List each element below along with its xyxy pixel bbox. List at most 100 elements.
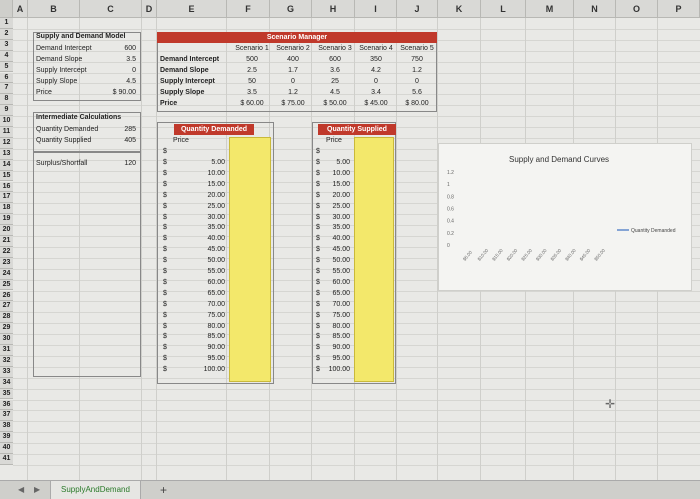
column-header-e[interactable]: E <box>157 0 227 18</box>
qd_table-price-cell[interactable]: 95.00 <box>188 354 225 364</box>
row-header-36[interactable]: 36 <box>0 399 13 411</box>
qd_table-price-cell[interactable]: 35.00 <box>188 223 225 233</box>
qd_table-price-cell[interactable]: 20.00 <box>188 191 225 201</box>
row-header-16[interactable]: 16 <box>0 181 13 193</box>
qd_table-price-cell[interactable]: 85.00 <box>188 332 225 342</box>
qs_table-price-cell[interactable]: 5.00 <box>322 158 350 168</box>
row-header-1[interactable]: 1 <box>0 18 13 29</box>
row-header-28[interactable]: 28 <box>0 312 13 324</box>
column-header-l[interactable]: L <box>481 0 526 18</box>
qs_table-price-cell[interactable]: 80.00 <box>322 322 350 332</box>
qs_table-price-cell[interactable]: 90.00 <box>322 343 350 353</box>
row-header-6[interactable]: 6 <box>0 72 13 84</box>
qs_table-price-cell[interactable]: 30.00 <box>322 213 350 223</box>
qs_table-price-cell[interactable]: 40.00 <box>322 234 350 244</box>
scenario-cell[interactable]: 350 <box>354 55 398 65</box>
row-header-41[interactable]: 41 <box>0 454 13 465</box>
row-header-4[interactable]: 4 <box>0 50 13 62</box>
qd_table-price-cell[interactable]: 50.00 <box>188 256 225 266</box>
scenario-cell[interactable]: 3.4 <box>354 88 398 98</box>
qs_table-price-cell[interactable]: 95.00 <box>322 354 350 364</box>
row-header-27[interactable]: 27 <box>0 301 13 313</box>
row-header-8[interactable]: 8 <box>0 94 13 106</box>
qd_table-price-cell[interactable]: 65.00 <box>188 289 225 299</box>
row-header-13[interactable]: 13 <box>0 148 13 160</box>
qd_table-price-cell[interactable]: 25.00 <box>188 202 225 212</box>
column-header-i[interactable]: I <box>355 0 397 18</box>
scenario-cell[interactable]: 4.2 <box>354 66 398 76</box>
model-row-value[interactable]: $ 90.00 <box>100 88 136 98</box>
row-header-24[interactable]: 24 <box>0 268 13 280</box>
qd_table-price-cell[interactable]: 5.00 <box>188 158 225 168</box>
qd_table-price-cell[interactable]: 45.00 <box>188 245 225 255</box>
row-header-12[interactable]: 12 <box>0 137 13 149</box>
qs_table-price-cell[interactable]: 55.00 <box>322 267 350 277</box>
row-header-20[interactable]: 20 <box>0 225 13 236</box>
row-header-14[interactable]: 14 <box>0 159 13 171</box>
scenario-cell[interactable]: $ 45.00 <box>354 99 398 109</box>
row-header-22[interactable]: 22 <box>0 246 13 258</box>
scenario-cell[interactable]: 0 <box>395 77 439 87</box>
sheet-tab-supplyanddemand[interactable]: SupplyAndDemand <box>50 481 141 499</box>
row-header-34[interactable]: 34 <box>0 377 13 389</box>
qd_table-price-cell[interactable]: 90.00 <box>188 343 225 353</box>
column-header-k[interactable]: K <box>438 0 481 18</box>
column-header-a[interactable]: A <box>13 0 28 18</box>
qd_table-price-cell[interactable]: 70.00 <box>188 300 225 310</box>
scenario-cell[interactable]: 3.6 <box>313 66 357 76</box>
row-header-10[interactable]: 10 <box>0 116 13 127</box>
qd_table-price-cell[interactable]: 55.00 <box>188 267 225 277</box>
column-header-f[interactable]: F <box>227 0 270 18</box>
row-header-2[interactable]: 2 <box>0 28 13 40</box>
row-header-23[interactable]: 23 <box>0 257 13 269</box>
qs_table-price-cell[interactable]: 60.00 <box>322 278 350 288</box>
scenario-cell[interactable]: 600 <box>313 55 357 65</box>
row-header-5[interactable]: 5 <box>0 61 13 73</box>
scenario-cell[interactable]: 25 <box>313 77 357 87</box>
row-header-33[interactable]: 33 <box>0 366 13 378</box>
qs_table-price-cell[interactable]: 10.00 <box>322 169 350 179</box>
scenario-cell[interactable]: 500 <box>230 55 274 65</box>
row-header-29[interactable]: 29 <box>0 323 13 335</box>
scenario-cell[interactable]: 3.5 <box>230 88 274 98</box>
qd-value-column[interactable] <box>229 137 271 382</box>
row-header-21[interactable]: 21 <box>0 236 13 247</box>
scenario-cell[interactable]: 0 <box>354 77 398 87</box>
qd_table-price-cell[interactable]: 100.00 <box>188 365 225 375</box>
qd_table-price-cell[interactable]: 75.00 <box>188 311 225 321</box>
row-header-30[interactable]: 30 <box>0 334 13 345</box>
select-all-corner[interactable] <box>0 0 13 18</box>
qd_table-price-cell[interactable]: 15.00 <box>188 180 225 190</box>
qs_table-price-cell[interactable]: 20.00 <box>322 191 350 201</box>
qs-value-column[interactable] <box>354 137 394 382</box>
row-header-17[interactable]: 17 <box>0 192 13 204</box>
scenario-cell[interactable]: 4.5 <box>313 88 357 98</box>
column-header-j[interactable]: J <box>397 0 438 18</box>
scenario-cell[interactable]: 5.6 <box>395 88 439 98</box>
row-header-7[interactable]: 7 <box>0 83 13 95</box>
qd_table-price-cell[interactable]: 40.00 <box>188 234 225 244</box>
qs_table-price-cell[interactable]: 100.00 <box>322 365 350 375</box>
prev-sheet-icon[interactable]: ◀ <box>18 484 24 496</box>
add-sheet-button[interactable]: + <box>160 482 167 498</box>
column-header-o[interactable]: O <box>616 0 658 18</box>
column-header-h[interactable]: H <box>312 0 355 18</box>
scenario-cell[interactable]: 50 <box>230 77 274 87</box>
scenario-cell[interactable]: 2.5 <box>230 66 274 76</box>
column-header-d[interactable]: D <box>142 0 157 18</box>
qs_table-price-cell[interactable]: 70.00 <box>322 300 350 310</box>
row-header-32[interactable]: 32 <box>0 355 13 367</box>
row-header-18[interactable]: 18 <box>0 203 13 215</box>
qs_table-price-cell[interactable]: 45.00 <box>322 245 350 255</box>
row-header-39[interactable]: 39 <box>0 432 13 444</box>
intermediate-row-value[interactable]: 405 <box>108 136 136 146</box>
column-header-b[interactable]: B <box>28 0 80 18</box>
qs_table-price-cell[interactable]: 65.00 <box>322 289 350 299</box>
row-header-26[interactable]: 26 <box>0 290 13 302</box>
qs_table-price-cell[interactable]: 85.00 <box>322 332 350 342</box>
row-header-38[interactable]: 38 <box>0 421 13 433</box>
row-header-31[interactable]: 31 <box>0 345 13 356</box>
scenario-cell[interactable]: 750 <box>395 55 439 65</box>
model-row-value[interactable]: 4.5 <box>100 77 136 87</box>
qs_table-price-cell[interactable]: 50.00 <box>322 256 350 266</box>
